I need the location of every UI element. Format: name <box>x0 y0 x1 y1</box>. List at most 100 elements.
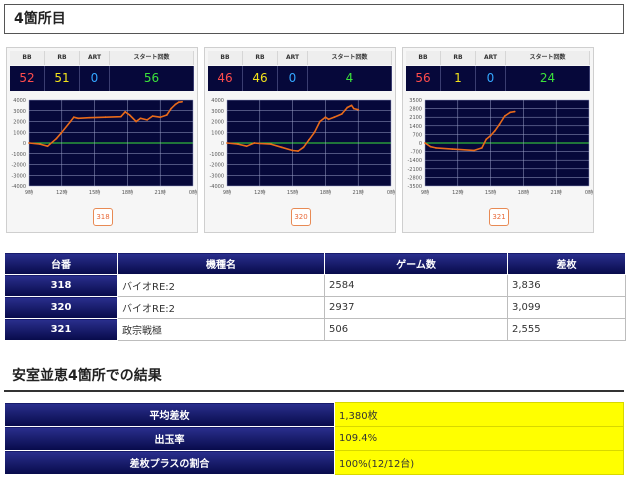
machine-table-header: 台番 機種名 ゲーム数 差枚 <box>4 252 626 275</box>
table-row: 321 政宗戦極 506 2,555 <box>4 318 626 341</box>
payout-point <box>177 101 180 104</box>
payout-point <box>170 107 173 110</box>
x-tick-label: 21時 <box>353 190 364 196</box>
payout-point <box>174 103 177 106</box>
game-count: 506 <box>324 318 508 341</box>
art-header: ART <box>476 51 506 65</box>
x-tick-label: 0時 <box>387 190 395 196</box>
x-tick-label: 15時 <box>485 190 496 196</box>
payout-point <box>119 115 122 118</box>
payout-point <box>139 117 142 120</box>
machine-card-320: BB RB ART スタート回数 46 46 0 4 4000 3000 2000 1… <box>204 47 396 233</box>
summary-label: 差枚プラスの割合 <box>4 450 335 475</box>
machine-cards: BB RB ART スタート回数 52 51 0 56 4000 3000 2000… <box>6 47 622 233</box>
payout-point <box>60 131 63 134</box>
bb-count: 52 <box>10 66 45 91</box>
payout-chart-321: 3500 2800 2100 1400 700 0 -700 -1400 -2100 -2800 -… <box>407 98 593 196</box>
y-tick-label: 3500 <box>409 98 422 104</box>
payout-point <box>269 143 272 145</box>
bb-count: 46 <box>208 66 243 91</box>
payout-point <box>319 120 321 123</box>
payout-point <box>104 116 107 119</box>
start-count-header: スタート回数 <box>506 51 590 65</box>
payout-point <box>77 117 80 120</box>
payout-point <box>124 110 127 113</box>
machine-321-button[interactable]: 321 <box>489 208 509 226</box>
art-count: 0 <box>476 66 506 91</box>
payout-point <box>498 123 501 126</box>
payout-point <box>429 145 432 148</box>
rb-count: 46 <box>243 66 278 91</box>
summary-table: 平均差枚 1,380枚 出玉率 109.4% 差枚プラスの割合 100%(12/… <box>4 402 624 475</box>
payout-point <box>181 100 183 103</box>
coin-difference: 3,836 <box>507 274 626 297</box>
machine-table: 台番 機種名 ゲーム数 差枚 318 バイオRE:2 2584 3,836 32… <box>4 252 626 341</box>
start-count: 4 <box>308 66 392 91</box>
art-header: ART <box>278 51 308 65</box>
table-row: 318 バイオRE:2 2584 3,836 <box>4 274 626 297</box>
x-tick-label: 18時 <box>320 190 331 196</box>
payout-point <box>313 131 316 134</box>
payout-point <box>435 147 437 149</box>
rb-count: 1 <box>441 66 476 91</box>
payout-point <box>357 108 360 111</box>
model-name: バイオRE:2 <box>117 274 325 297</box>
x-tick-label: 15時 <box>287 190 298 196</box>
y-tick-label: -1400 <box>407 158 422 164</box>
rb-count: 51 <box>45 66 80 91</box>
x-tick-label: 21時 <box>551 190 562 196</box>
payout-point <box>291 149 294 152</box>
payout-point <box>333 116 336 119</box>
col-model-name: 機種名 <box>117 252 325 275</box>
machine-card-318: BB RB ART スタート回数 52 51 0 56 4000 3000 2000… <box>6 47 198 233</box>
summary-label: 出玉率 <box>4 426 335 451</box>
machine-number: 318 <box>4 274 118 297</box>
art-count: 0 <box>80 66 110 91</box>
y-tick-label: -2100 <box>407 167 422 173</box>
card-header-row: BB RB ART スタート回数 <box>406 51 590 65</box>
payout-point <box>135 120 138 123</box>
y-tick-label: 3000 <box>211 109 224 115</box>
payout-point <box>350 104 353 107</box>
table-row: 320 バイオRE:2 2937 3,099 <box>4 296 626 319</box>
rb-header: RB <box>45 51 80 65</box>
y-tick-label: 1000 <box>211 130 224 136</box>
summary-row-payout-rate: 出玉率 109.4% <box>4 426 624 451</box>
col-game-count: ゲーム数 <box>324 252 508 275</box>
y-tick-label: 2100 <box>409 115 422 121</box>
payout-point <box>69 120 72 123</box>
machine-number: 320 <box>4 296 118 319</box>
bb-header: BB <box>10 51 45 65</box>
card-value-row: 52 51 0 56 <box>10 66 194 91</box>
art-count: 0 <box>278 66 308 91</box>
start-count-header: スタート回数 <box>308 51 392 65</box>
x-tick-label: 15時 <box>89 190 100 196</box>
payout-point <box>258 142 261 145</box>
machine-320-button[interactable]: 320 <box>291 208 311 226</box>
payout-point <box>509 111 512 114</box>
game-count: 2937 <box>324 296 508 319</box>
y-tick-label: 2000 <box>13 120 26 126</box>
coin-difference: 3,099 <box>507 296 626 319</box>
x-tick-label: 12時 <box>254 190 265 196</box>
payout-point <box>324 116 327 119</box>
payout-point <box>480 147 483 149</box>
payout-point <box>297 150 299 152</box>
machine-318-button[interactable]: 318 <box>93 208 113 226</box>
payout-point <box>473 149 476 152</box>
y-tick-label: -700 <box>411 150 422 156</box>
start-count: 56 <box>110 66 194 91</box>
model-name: 政宗戦極 <box>117 318 325 341</box>
bb-header: BB <box>208 51 243 65</box>
payout-point <box>346 106 349 109</box>
y-tick-label: 0 <box>419 141 422 147</box>
payout-point <box>146 118 148 121</box>
rb-header: RB <box>243 51 278 65</box>
machine-card-321: BB RB ART スタート回数 56 1 0 24 3500 2800 2100 1… <box>402 47 594 233</box>
summary-row-plus-ratio: 差枚プラスの割合 100%(12/12台) <box>4 450 624 475</box>
payout-point <box>513 110 516 113</box>
payout-point <box>159 116 162 119</box>
x-tick-label: 0時 <box>189 190 197 196</box>
payout-point <box>424 142 426 144</box>
game-count: 2584 <box>324 274 508 297</box>
